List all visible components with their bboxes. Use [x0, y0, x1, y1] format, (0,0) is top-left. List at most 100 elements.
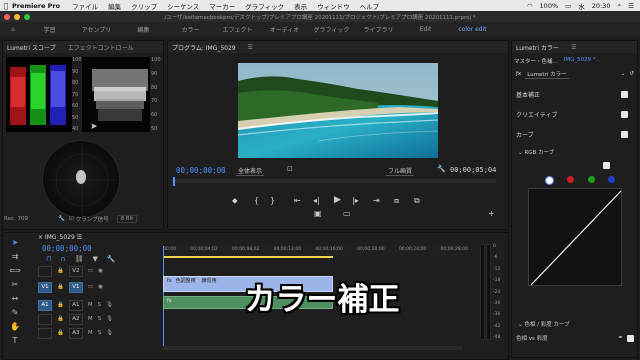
ripple-edit-tool-icon[interactable]: ⟺ — [9, 266, 20, 275]
step-forward-button[interactable]: |▸ — [352, 196, 359, 205]
track-select-tool-icon[interactable]: ⇉ — [12, 252, 19, 261]
workspace-color[interactable]: カラー — [167, 25, 214, 34]
mute-icon[interactable]: M — [88, 330, 93, 336]
lock-icon[interactable]: 🔒 — [57, 330, 64, 336]
fit-select[interactable]: 全体表示 — [236, 166, 265, 176]
mic-icon[interactable]: 🎙 — [106, 330, 113, 336]
solo-icon[interactable]: S — [98, 316, 102, 322]
source-patch[interactable] — [38, 327, 52, 339]
lift-button[interactable]: ⧈ — [394, 196, 399, 206]
panel-menu-icon[interactable]: ☰ — [77, 234, 82, 241]
clock-label[interactable]: 20:30 — [592, 2, 611, 10]
eyedropper-icon[interactable]: ✒ — [618, 335, 623, 341]
workspace-learn[interactable]: 学習 — [26, 25, 73, 34]
section-curves[interactable]: カーブ — [512, 128, 628, 140]
workspace-graphics[interactable]: グラフィック — [308, 25, 355, 34]
pen-tool-icon[interactable]: ✎ — [12, 308, 19, 317]
source-patch[interactable]: A1 — [38, 299, 52, 311]
play-button[interactable]: ▶ — [334, 195, 341, 205]
channel-luma-button[interactable] — [545, 176, 554, 185]
lock-icon[interactable]: 🔒 — [57, 268, 64, 274]
clamp-checkbox[interactable]: ☑ — [69, 216, 74, 222]
go-to-out-button[interactable]: ⇥ — [373, 196, 380, 205]
panel-menu-icon[interactable]: ☰ — [248, 44, 253, 51]
razor-tool-icon[interactable]: ✂ — [12, 280, 19, 289]
quality-select[interactable]: フル画質 — [386, 166, 415, 176]
hue-vs-sat-checkbox[interactable] — [627, 334, 634, 342]
sequence-tab[interactable]: × IMG_5029 ☰ — [38, 234, 82, 241]
timeline-settings-icon[interactable]: 🔧 — [107, 255, 116, 263]
close-icon[interactable]: × — [38, 234, 43, 241]
snap-icon[interactable]: ∩ — [60, 255, 65, 263]
program-timecode[interactable]: 00;00;00;00 — [176, 166, 226, 175]
section-basic-correction[interactable]: 基本補正 — [512, 88, 628, 100]
source-patch[interactable]: V1 — [38, 281, 52, 293]
step-back-button[interactable]: ◂| — [313, 196, 320, 205]
compare-view-button[interactable]: ▭ — [343, 209, 351, 218]
workspace-editing[interactable]: 編集 — [120, 25, 167, 34]
mute-icon[interactable]: M — [88, 302, 93, 308]
hand-tool-icon[interactable]: ✋ — [10, 322, 20, 331]
source-patch[interactable] — [38, 265, 52, 277]
work-area-bar[interactable] — [163, 256, 333, 258]
tab-effect-controls[interactable]: エフェクトコントロール — [68, 43, 134, 52]
export-frame-button[interactable]: ▣ — [314, 209, 322, 218]
solo-icon[interactable]: S — [98, 302, 102, 308]
menu-graphics[interactable]: グラフィック — [245, 1, 284, 11]
film-icon[interactable]: ▭ — [88, 284, 93, 290]
film-icon[interactable]: ▭ — [88, 268, 93, 274]
lock-icon[interactable]: 🔒 — [57, 284, 64, 290]
effect-select[interactable]: Lumetri カラー — [525, 70, 569, 79]
nest-icon[interactable]: ⊓ — [46, 255, 51, 263]
search-icon[interactable]: ⌕ — [618, 1, 622, 10]
channel-blue-button[interactable] — [607, 176, 615, 183]
section-creative[interactable]: クリエイティブ — [512, 108, 628, 120]
track-label[interactable]: V2 — [68, 265, 83, 277]
add-marker-button[interactable]: ⬥ — [232, 196, 238, 206]
channel-red-button[interactable] — [567, 176, 575, 183]
type-tool-icon[interactable]: T — [13, 336, 18, 345]
rgb-curve-enable[interactable] — [603, 162, 610, 171]
rgb-curve-editor[interactable] — [528, 188, 622, 286]
fx-toggle-icon[interactable]: ƒx — [516, 71, 521, 77]
lock-icon[interactable]: 🔒 — [57, 302, 64, 308]
menu-edit[interactable]: 編集 — [108, 1, 121, 11]
menu-sequence[interactable]: シーケンス — [167, 1, 199, 11]
timeline-ruler[interactable]: 00;00 00;00;04;02 00;00;08;02 00;00;12;0… — [163, 246, 468, 256]
track-label[interactable]: A3 — [68, 327, 83, 339]
menu-window[interactable]: ウィンドウ — [317, 1, 350, 11]
linked-selection-icon[interactable]: ⛓ — [75, 255, 84, 263]
section-enable-checkbox[interactable] — [621, 110, 628, 118]
program-video-frame[interactable] — [238, 63, 438, 158]
master-clip-tab[interactable]: マスター・色補... — [514, 57, 558, 65]
sequence-clip-tab[interactable]: IMG_5029 *... — [564, 57, 601, 65]
tab-lumetri-color[interactable]: Lumetri カラー — [516, 43, 559, 52]
workspace-effects[interactable]: エフェクト — [214, 25, 261, 34]
eye-icon[interactable]: ◉ — [98, 284, 103, 290]
menu-file[interactable]: ファイル — [72, 1, 98, 11]
mic-icon[interactable]: 🎙 — [106, 316, 113, 322]
bit-depth-select[interactable]: 8 Bit — [116, 215, 138, 223]
day-label[interactable]: 水 — [578, 1, 585, 11]
section-enable-checkbox[interactable] — [621, 90, 628, 98]
chevron-down-icon[interactable]: ⌄ — [621, 71, 626, 77]
marker-icon[interactable]: ▼ — [92, 255, 97, 263]
mark-out-button[interactable]: } — [270, 196, 275, 205]
solo-icon[interactable]: S — [98, 330, 102, 336]
battery-label[interactable]: 100% — [540, 2, 559, 10]
settings-square-icon[interactable]: ⊡ — [287, 165, 293, 173]
reset-icon[interactable]: ↺ — [629, 71, 634, 77]
hue-sat-curve-header[interactable]: ⌄ 色相 / 彩度 カーブ — [518, 320, 570, 328]
track-label[interactable]: V1 — [68, 281, 83, 293]
menu-view[interactable]: 表示 — [294, 1, 307, 11]
app-menu[interactable]: Premiere Pro — [12, 2, 60, 10]
workspace-color-edit[interactable]: color edit — [449, 26, 496, 33]
menu-help[interactable]: ヘルプ — [360, 1, 380, 11]
menu-list-icon[interactable]: ☰ — [628, 2, 634, 10]
section-enable-checkbox[interactable] — [621, 130, 628, 138]
extract-button[interactable]: ⧉ — [414, 196, 420, 206]
timeline-scrollbar[interactable] — [163, 346, 463, 350]
wrench-icon[interactable]: 🔧 — [437, 165, 446, 173]
program-scrubber[interactable] — [172, 179, 496, 183]
home-icon[interactable]: ⌂ — [0, 26, 26, 33]
